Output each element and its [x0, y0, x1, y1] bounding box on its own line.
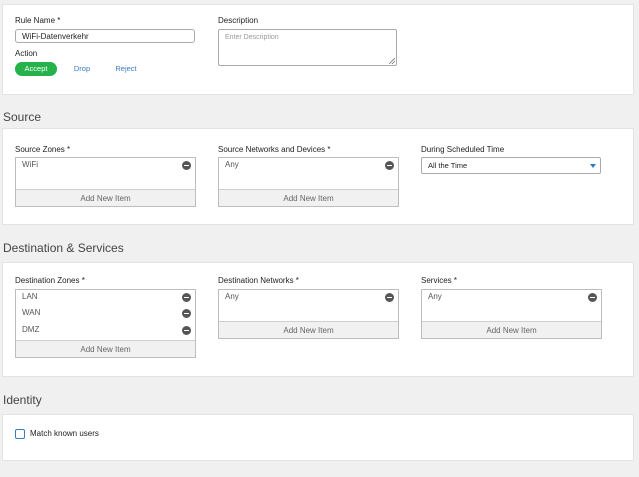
- resize-grip-icon[interactable]: [389, 58, 395, 64]
- list-item: WiFi: [16, 158, 195, 175]
- source-section-title: Source: [3, 110, 42, 124]
- list-item: WAN: [16, 306, 195, 323]
- add-new-item-button[interactable]: Add New Item: [16, 340, 195, 357]
- destination-networks-list: Any Add New Item: [218, 289, 399, 339]
- source-networks-label: Source Networks and Devices *: [218, 145, 331, 154]
- remove-icon[interactable]: [182, 161, 191, 170]
- action-label: Action: [15, 49, 38, 58]
- source-zones-label: Source Zones *: [15, 145, 71, 154]
- list-item-label: WiFi: [22, 160, 38, 169]
- rule-panel: Rule Name * Action Accept Drop Reject De…: [2, 4, 634, 95]
- remove-icon[interactable]: [588, 293, 597, 302]
- services-list: Any Add New Item: [421, 289, 602, 339]
- remove-icon[interactable]: [385, 293, 394, 302]
- destination-section-title: Destination & Services: [3, 241, 124, 255]
- add-new-item-button[interactable]: Add New Item: [219, 321, 398, 338]
- remove-icon[interactable]: [182, 309, 191, 318]
- list-item-label: Any: [428, 292, 442, 301]
- action-accept-button[interactable]: Accept: [15, 62, 57, 76]
- schedule-select[interactable]: All the Time: [421, 157, 601, 174]
- destination-networks-label: Destination Networks *: [218, 276, 299, 285]
- description-input[interactable]: [218, 29, 397, 66]
- list-item-label: Any: [225, 292, 239, 301]
- add-new-item-button[interactable]: Add New Item: [16, 189, 195, 206]
- rule-name-input[interactable]: [15, 29, 195, 43]
- source-panel: Source Zones * WiFi Add New Item Source …: [2, 128, 634, 225]
- list-item: DMZ: [16, 323, 195, 340]
- list-item-label: WAN: [22, 308, 41, 317]
- action-reject-button[interactable]: Reject: [109, 62, 143, 76]
- list-item-label: Any: [225, 160, 239, 169]
- schedule-label: During Scheduled Time: [421, 145, 505, 154]
- remove-icon[interactable]: [385, 161, 394, 170]
- source-zones-list: WiFi Add New Item: [15, 157, 196, 207]
- list-item: Any: [219, 290, 398, 307]
- destination-panel: Destination Zones * LAN WAN DMZ Add New …: [2, 262, 634, 377]
- destination-zones-label: Destination Zones *: [15, 276, 85, 285]
- action-drop-button[interactable]: Drop: [65, 62, 99, 76]
- match-known-users-label[interactable]: Match known users: [30, 429, 99, 438]
- list-item: Any: [422, 290, 601, 307]
- list-item: LAN: [16, 290, 195, 307]
- list-item-label: LAN: [22, 292, 38, 301]
- remove-icon[interactable]: [182, 293, 191, 302]
- identity-section-title: Identity: [3, 393, 42, 407]
- identity-panel: Match known users: [2, 414, 634, 461]
- rule-name-label: Rule Name *: [15, 16, 61, 25]
- destination-zones-list: LAN WAN DMZ Add New Item: [15, 289, 196, 358]
- add-new-item-button[interactable]: Add New Item: [422, 321, 601, 338]
- list-item-label: DMZ: [22, 325, 40, 334]
- remove-icon[interactable]: [182, 326, 191, 335]
- match-known-users-checkbox[interactable]: [15, 429, 25, 439]
- add-new-item-button[interactable]: Add New Item: [219, 189, 398, 206]
- source-networks-list: Any Add New Item: [218, 157, 399, 207]
- list-item: Any: [219, 158, 398, 175]
- schedule-select-value: All the Time: [428, 161, 468, 170]
- chevron-down-icon: [590, 164, 596, 168]
- description-label: Description: [218, 16, 259, 25]
- services-label: Services *: [421, 276, 458, 285]
